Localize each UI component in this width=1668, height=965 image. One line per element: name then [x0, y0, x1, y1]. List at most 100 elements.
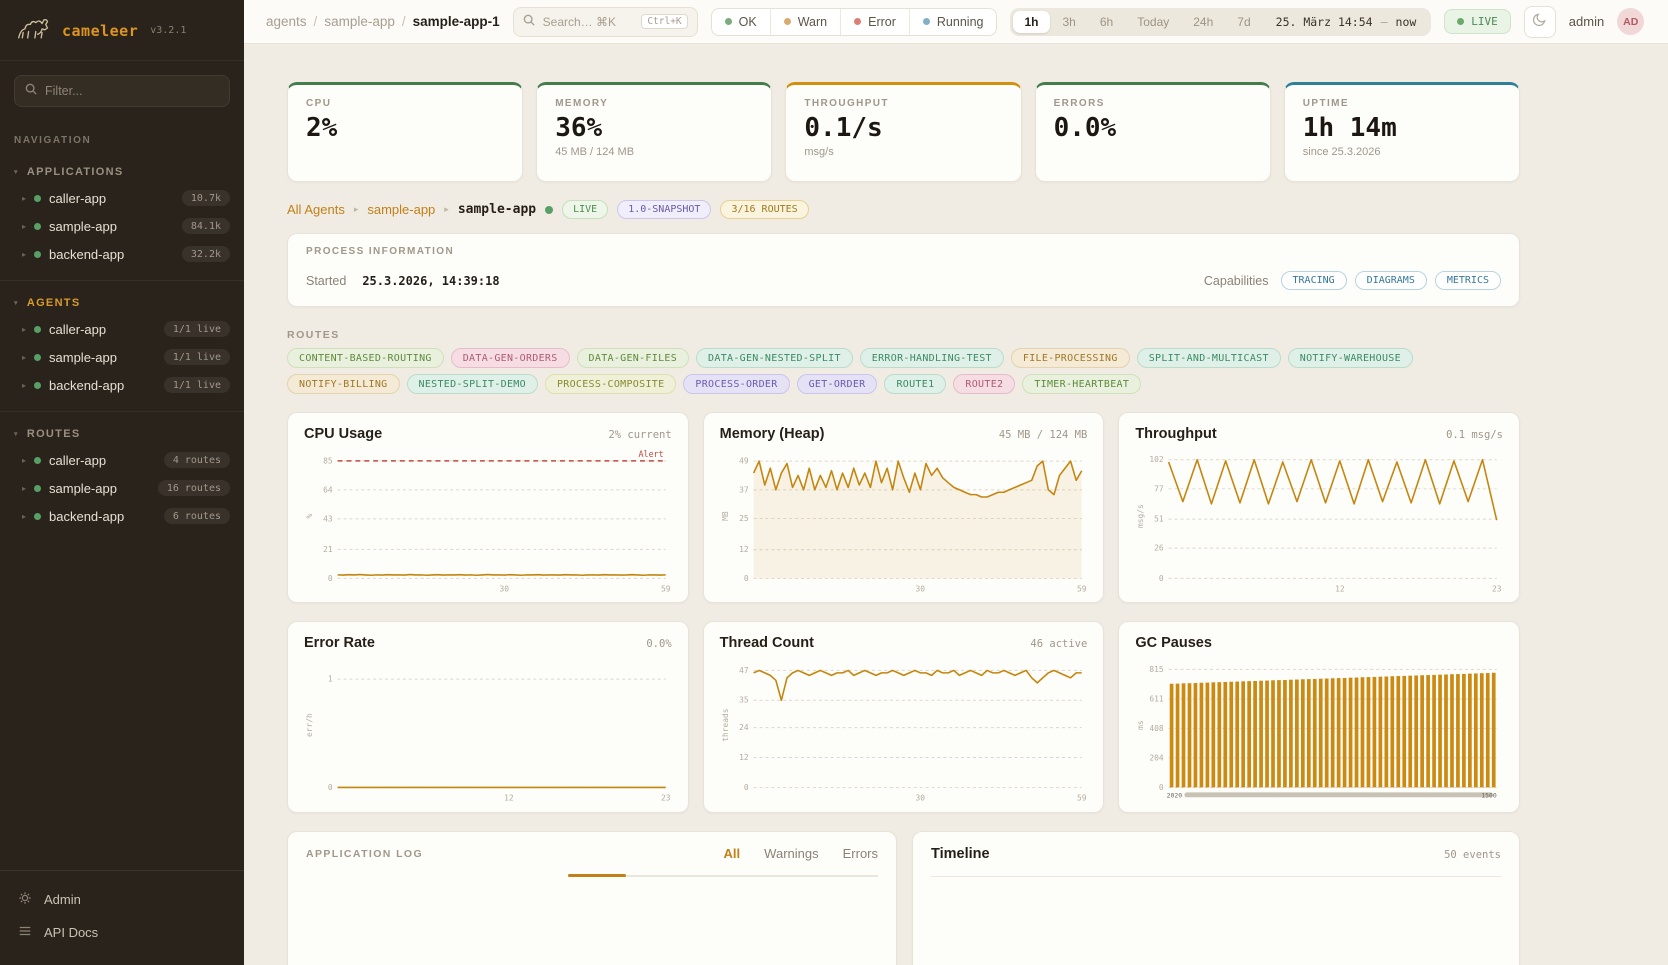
error-dot-icon: [854, 18, 861, 25]
tab-warnings[interactable]: Warnings: [764, 846, 818, 863]
svg-text:815: 815: [1150, 665, 1165, 674]
svg-text:30: 30: [915, 584, 925, 593]
routes-badge: 6 routes: [164, 508, 230, 524]
kpi-label: MEMORY: [555, 98, 753, 109]
filter-ok[interactable]: OK: [712, 9, 770, 35]
thread-count-card: Thread Count 46 active 012243547threads3…: [703, 621, 1105, 812]
tab-errors[interactable]: Errors: [843, 846, 878, 863]
route-chip[interactable]: GET-ORDER: [797, 374, 878, 394]
sidebar-item-backend-app[interactable]: ▸ backend-app 32.2k: [0, 240, 244, 268]
chart-title: Throughput: [1135, 426, 1216, 442]
dark-mode-toggle[interactable]: [1524, 6, 1556, 38]
route-chip[interactable]: FILE-PROCESSING: [1011, 348, 1130, 368]
route-chip[interactable]: ROUTE1: [884, 374, 946, 394]
sidebar-item-backend-app-agent[interactable]: ▸ backend-app 1/1 live: [0, 371, 244, 399]
tab-all[interactable]: All: [724, 846, 741, 863]
svg-text:21: 21: [323, 545, 333, 554]
chart-title: GC Pauses: [1135, 635, 1212, 651]
charts-row-1: CPU Usage 2% current 021436485%3059Alert…: [287, 412, 1520, 603]
global-search[interactable]: Ctrl+K: [513, 7, 698, 37]
svg-text:43: 43: [323, 514, 333, 523]
sidebar-item-caller-app[interactable]: ▸ caller-app 10.7k: [0, 184, 244, 212]
kpi-sub: 45 MB / 124 MB: [555, 146, 753, 158]
route-chip[interactable]: PROCESS-ORDER: [683, 374, 789, 394]
api-docs-link[interactable]: API Docs: [0, 916, 244, 949]
capabilities: Capabilities TRACING DIAGRAMS METRICS: [1204, 271, 1501, 290]
status-dot: [34, 382, 41, 389]
route-chip[interactable]: SPLIT-AND-MULTICAST: [1137, 348, 1281, 368]
svg-text:0: 0: [1159, 783, 1164, 792]
sidebar-item-backend-app-routes[interactable]: ▸ backend-app 6 routes: [0, 502, 244, 530]
filter-input[interactable]: [45, 84, 219, 98]
filter-error[interactable]: Error: [840, 9, 909, 35]
svg-text:102: 102: [1150, 455, 1165, 464]
route-chip[interactable]: CONTENT-BASED-ROUTING: [287, 348, 444, 368]
svg-text:23: 23: [1492, 584, 1502, 593]
time-range-24h[interactable]: 24h: [1182, 11, 1224, 33]
route-chip[interactable]: NOTIFY-WAREHOUSE: [1288, 348, 1413, 368]
gc-pauses-card: GC Pauses 0204408611815ms20201500: [1118, 621, 1520, 812]
filter-label: OK: [739, 15, 757, 29]
routes-badge: 4 routes: [164, 452, 230, 468]
breadcrumb-separator: /: [314, 14, 318, 29]
status-dot: [34, 223, 41, 230]
item-label: backend-app: [49, 378, 124, 393]
route-chip[interactable]: ROUTE2: [953, 374, 1015, 394]
sidebar-item-sample-app[interactable]: ▸ sample-app 84.1k: [0, 212, 244, 240]
breadcrumb-agents[interactable]: agents: [266, 14, 307, 29]
group-label: AGENTS: [27, 297, 81, 309]
search-input[interactable]: [543, 15, 634, 29]
group-header-agents[interactable]: ▾ AGENTS: [0, 291, 244, 315]
kpi-value: 0.1/s: [804, 113, 1002, 143]
route-chip[interactable]: DATA-GEN-NESTED-SPLIT: [696, 348, 853, 368]
time-range-group: 1h 3h 6h Today 24h 7d 25. März 14:54 — n…: [1010, 8, 1431, 36]
throughput-chart: 0265177102msg/s1223: [1135, 446, 1503, 594]
sidebar-item-sample-app-agent[interactable]: ▸ sample-app 1/1 live: [0, 343, 244, 371]
date-range[interactable]: 25. März 14:54 — now: [1264, 15, 1429, 29]
live-indicator[interactable]: LIVE: [1444, 9, 1511, 34]
group-header-routes[interactable]: ▾ ROUTES: [0, 422, 244, 446]
filter-warn[interactable]: Warn: [770, 9, 840, 35]
sidebar-item-sample-app-routes[interactable]: ▸ sample-app 16 routes: [0, 474, 244, 502]
started-label: Started: [306, 274, 346, 288]
chart-title: Error Rate: [304, 635, 375, 651]
admin-link[interactable]: Admin: [0, 883, 244, 916]
group-label: ROUTES: [27, 428, 81, 440]
route-chip[interactable]: DATA-GEN-FILES: [577, 348, 690, 368]
route-chip[interactable]: TIMER-HEARTBEAT: [1022, 374, 1141, 394]
svg-text:0: 0: [744, 574, 749, 583]
kpi-label: THROUGHPUT: [804, 98, 1002, 109]
capability-diagrams: DIAGRAMS: [1355, 271, 1427, 290]
chart-meta: 0.1 msg/s: [1446, 429, 1503, 441]
route-chip[interactable]: PROCESS-COMPOSITE: [545, 374, 676, 394]
svg-text:59: 59: [661, 584, 671, 593]
group-header-applications[interactable]: ▾ APPLICATIONS: [0, 160, 244, 184]
route-chip[interactable]: NESTED-SPLIT-DEMO: [407, 374, 538, 394]
time-range-6h[interactable]: 6h: [1089, 11, 1124, 33]
sidebar-filter[interactable]: [14, 75, 230, 107]
sidebar-item-caller-app-routes[interactable]: ▸ caller-app 4 routes: [0, 446, 244, 474]
filter-running[interactable]: Running: [909, 9, 997, 35]
avatar[interactable]: AD: [1617, 8, 1644, 35]
chevron-right-icon: ▸: [22, 456, 26, 465]
route-chip[interactable]: ERROR-HANDLING-TEST: [860, 348, 1004, 368]
all-agents-link[interactable]: All Agents: [287, 202, 345, 217]
route-chip[interactable]: DATA-GEN-ORDERS: [451, 348, 570, 368]
svg-text:59: 59: [1077, 584, 1087, 593]
breadcrumb-sample-app[interactable]: sample-app: [324, 14, 395, 29]
gc-pauses-chart: 0204408611815ms20201500: [1135, 655, 1503, 803]
time-range-today[interactable]: Today: [1126, 11, 1180, 33]
time-range-1h[interactable]: 1h: [1013, 11, 1049, 33]
chevron-right-icon: ▸: [22, 353, 26, 362]
time-range-3h[interactable]: 3h: [1052, 11, 1087, 33]
svg-text:85: 85: [323, 456, 333, 465]
sidebar-item-caller-app-agent[interactable]: ▸ caller-app 1/1 live: [0, 315, 244, 343]
application-log-card: APPLICATION LOG All Warnings Errors: [287, 831, 897, 965]
brand[interactable]: cameleer v3.2.1: [0, 0, 244, 61]
item-label: sample-app: [49, 481, 117, 496]
sample-app-link[interactable]: sample-app: [367, 202, 435, 217]
status-dot: [34, 354, 41, 361]
breadcrumb-separator: /: [402, 14, 406, 29]
route-chip[interactable]: NOTIFY-BILLING: [287, 374, 400, 394]
time-range-7d[interactable]: 7d: [1226, 11, 1261, 33]
